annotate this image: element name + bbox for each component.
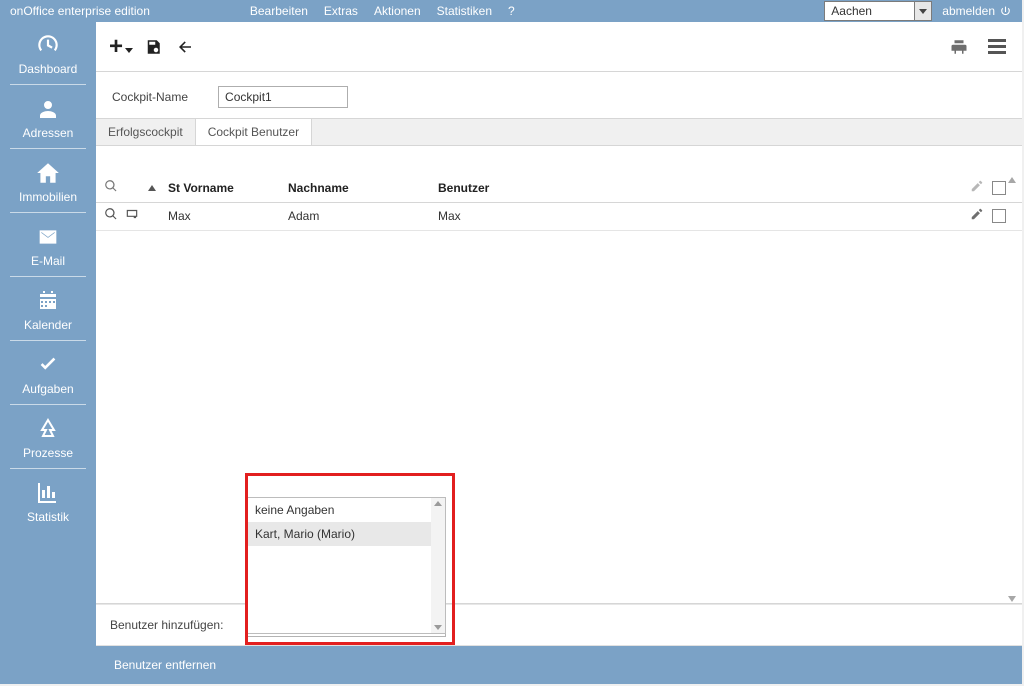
menu-help[interactable]: ? bbox=[508, 4, 515, 18]
sidebar-item-email[interactable]: E-Mail bbox=[0, 214, 96, 278]
user-grid: St Vorname Nachname Benutzer Max Adam Ma… bbox=[96, 175, 1022, 604]
check-icon bbox=[33, 352, 63, 378]
envelope-icon bbox=[33, 224, 63, 250]
col-st-vorname[interactable]: St Vorname bbox=[162, 181, 282, 195]
sidebar-item-label: Aufgaben bbox=[22, 382, 73, 396]
print-button[interactable] bbox=[948, 36, 970, 58]
col-benutzer[interactable]: Benutzer bbox=[432, 181, 970, 195]
table-row[interactable]: Max Adam Max bbox=[96, 203, 1022, 231]
menu-bearbeiten[interactable]: Bearbeiten bbox=[250, 4, 308, 18]
tab-bar: Erfolgscockpit Cockpit Benutzer bbox=[96, 118, 1022, 146]
cockpit-name-input[interactable] bbox=[218, 86, 348, 108]
sidebar-item-label: Prozesse bbox=[23, 446, 73, 460]
cockpit-name-row: Cockpit-Name bbox=[96, 72, 1022, 118]
sidebar-item-statistik[interactable]: Statistik bbox=[0, 470, 96, 534]
cockpit-name-label: Cockpit-Name bbox=[112, 90, 188, 104]
chart-icon bbox=[33, 480, 63, 506]
branch-icon bbox=[33, 416, 63, 442]
logout-link[interactable]: abmelden bbox=[942, 4, 1012, 18]
search-icon[interactable] bbox=[104, 207, 118, 224]
sidebar-item-adressen[interactable]: Adressen bbox=[0, 86, 96, 150]
sidebar-item-aufgaben[interactable]: Aufgaben bbox=[0, 342, 96, 406]
power-icon bbox=[999, 5, 1012, 18]
autocomplete-scrollbar[interactable] bbox=[431, 498, 445, 633]
autocomplete-option[interactable]: keine Angaben bbox=[247, 498, 445, 522]
list-view-button[interactable] bbox=[986, 36, 1008, 58]
sidebar-item-dashboard[interactable]: Dashboard bbox=[0, 22, 96, 86]
person-icon bbox=[33, 96, 63, 122]
top-menu-bar: onOffice enterprise edition Bearbeiten E… bbox=[0, 0, 1022, 22]
tab-cockpit-benutzer[interactable]: Cockpit Benutzer bbox=[195, 119, 312, 145]
menu-statistiken[interactable]: Statistiken bbox=[437, 4, 492, 18]
remove-user-button[interactable]: Benutzer entfernen bbox=[96, 646, 1022, 684]
home-icon bbox=[33, 160, 63, 186]
sidebar-item-label: Kalender bbox=[24, 318, 72, 332]
gauge-icon bbox=[33, 32, 63, 58]
save-button[interactable] bbox=[142, 36, 164, 58]
remove-user-label: Benutzer entfernen bbox=[114, 658, 216, 672]
office-select-value: Aachen bbox=[824, 1, 914, 21]
add-user-bar: Benutzer hinzufügen: bbox=[96, 604, 1022, 646]
cell-nachname: Adam bbox=[282, 209, 432, 223]
sidebar-item-label: Adressen bbox=[23, 126, 74, 140]
user-autocomplete-popup: keine Angaben Kart, Mario (Mario) bbox=[246, 497, 446, 634]
main-sidebar: Dashboard Adressen Immobilien E-Mail Kal… bbox=[0, 22, 96, 684]
menu-aktionen[interactable]: Aktionen bbox=[374, 4, 421, 18]
logout-label: abmelden bbox=[942, 4, 995, 18]
sidebar-item-label: E-Mail bbox=[31, 254, 65, 268]
content-area: + Cockpit-Name Erfolgscockpit Cockpi bbox=[96, 22, 1022, 684]
toolbar: + bbox=[96, 22, 1022, 72]
detail-icon[interactable] bbox=[124, 207, 140, 224]
vertical-scrollbar[interactable] bbox=[1006, 175, 1018, 604]
sidebar-item-immobilien[interactable]: Immobilien bbox=[0, 150, 96, 214]
col-edit-icon bbox=[970, 179, 992, 196]
search-icon[interactable] bbox=[104, 179, 118, 196]
edit-row-button[interactable] bbox=[970, 207, 992, 224]
product-title: onOffice enterprise edition bbox=[10, 4, 150, 18]
sidebar-item-label: Dashboard bbox=[19, 62, 78, 76]
autocomplete-option[interactable]: Kart, Mario (Mario) bbox=[247, 522, 445, 546]
cell-vorname: Max bbox=[162, 209, 282, 223]
sidebar-item-label: Statistik bbox=[27, 510, 69, 524]
menu-extras[interactable]: Extras bbox=[324, 4, 358, 18]
cell-benutzer: Max bbox=[432, 209, 970, 223]
chevron-down-icon[interactable] bbox=[914, 1, 932, 21]
add-user-label: Benutzer hinzufügen: bbox=[106, 618, 236, 632]
sidebar-item-prozesse[interactable]: Prozesse bbox=[0, 406, 96, 470]
col-nachname[interactable]: Nachname bbox=[282, 181, 432, 195]
calendar-icon bbox=[33, 288, 63, 314]
sidebar-item-label: Immobilien bbox=[19, 190, 77, 204]
sidebar-item-kalender[interactable]: Kalender bbox=[0, 278, 96, 342]
office-select[interactable]: Aachen bbox=[824, 1, 932, 21]
tab-erfolgscockpit[interactable]: Erfolgscockpit bbox=[96, 119, 195, 145]
new-button[interactable]: + bbox=[110, 36, 132, 58]
sort-asc-icon[interactable] bbox=[148, 185, 162, 191]
back-button[interactable] bbox=[174, 36, 196, 58]
grid-header-row: St Vorname Nachname Benutzer bbox=[96, 175, 1022, 203]
